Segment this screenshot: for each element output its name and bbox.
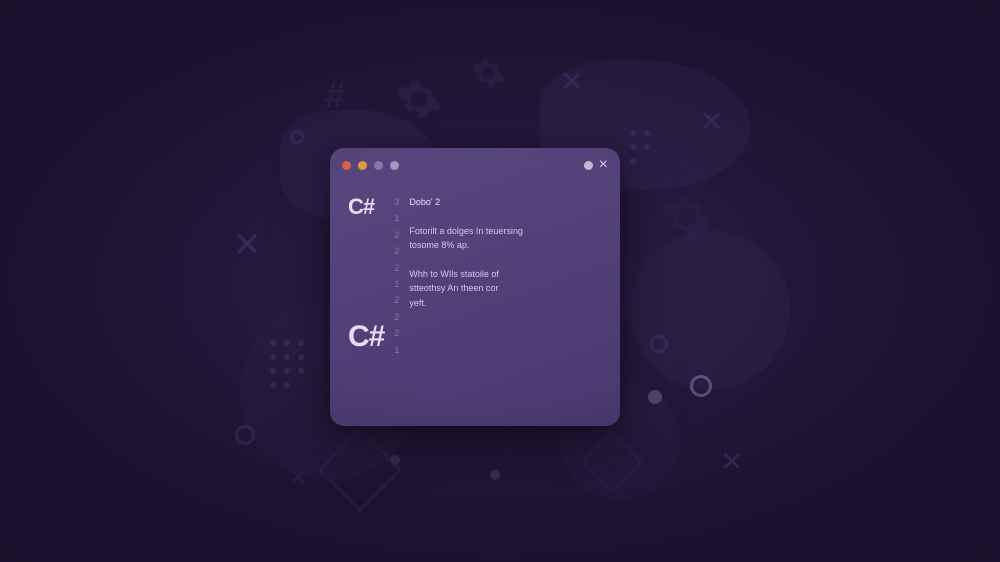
line-number-gutter: 3 1 2 2 2 1 2 2 2 1: [394, 192, 399, 357]
code-line: [409, 209, 602, 223]
code-area: Dobo' 2 Fotorilt a dolges In teuersingto…: [409, 192, 602, 357]
code-line: Whh to WIls statoile of: [409, 267, 602, 281]
close-icon[interactable]: ×: [599, 157, 608, 173]
code-line: Dobo' 2: [409, 195, 602, 209]
line-number: 1: [394, 343, 399, 357]
titlebar-right: ×: [584, 157, 608, 173]
editor-content: C# C# 3 1 2 2 2 1 2 2 2 1 Dobo' 2 Fotorilt a dolg…: [330, 182, 620, 357]
window-close-dot[interactable]: [342, 161, 351, 170]
line-number: 1: [394, 277, 399, 291]
traffic-light-dots: [342, 161, 399, 170]
line-number: 2: [394, 326, 399, 340]
line-number: 3: [394, 195, 399, 209]
line-number: 1: [394, 211, 399, 225]
code-line: yeft.: [409, 296, 602, 310]
code-editor-window: × C# C# 3 1 2 2 2 1 2 2 2 1 Dobo' 2 Fotorilt a do…: [330, 148, 620, 426]
code-line: Fotorilt a dolges In teuersing: [409, 224, 602, 238]
language-badge-bottom: C#: [348, 320, 384, 354]
line-number: 2: [394, 310, 399, 324]
line-number: 2: [394, 261, 399, 275]
titlebar-dot-icon: [584, 161, 593, 170]
line-number: 2: [394, 228, 399, 242]
window-dot: [374, 161, 383, 170]
language-column: C# C#: [348, 192, 384, 357]
line-number: 2: [394, 293, 399, 307]
window-minimize-dot[interactable]: [358, 161, 367, 170]
code-line: tosome 8% ap.: [409, 238, 602, 252]
language-badge-top: C#: [348, 194, 374, 220]
window-titlebar: ×: [330, 148, 620, 182]
line-number: 2: [394, 244, 399, 258]
code-line: stteothsy An theen cor: [409, 281, 602, 295]
code-line: [409, 253, 602, 267]
window-dot: [390, 161, 399, 170]
